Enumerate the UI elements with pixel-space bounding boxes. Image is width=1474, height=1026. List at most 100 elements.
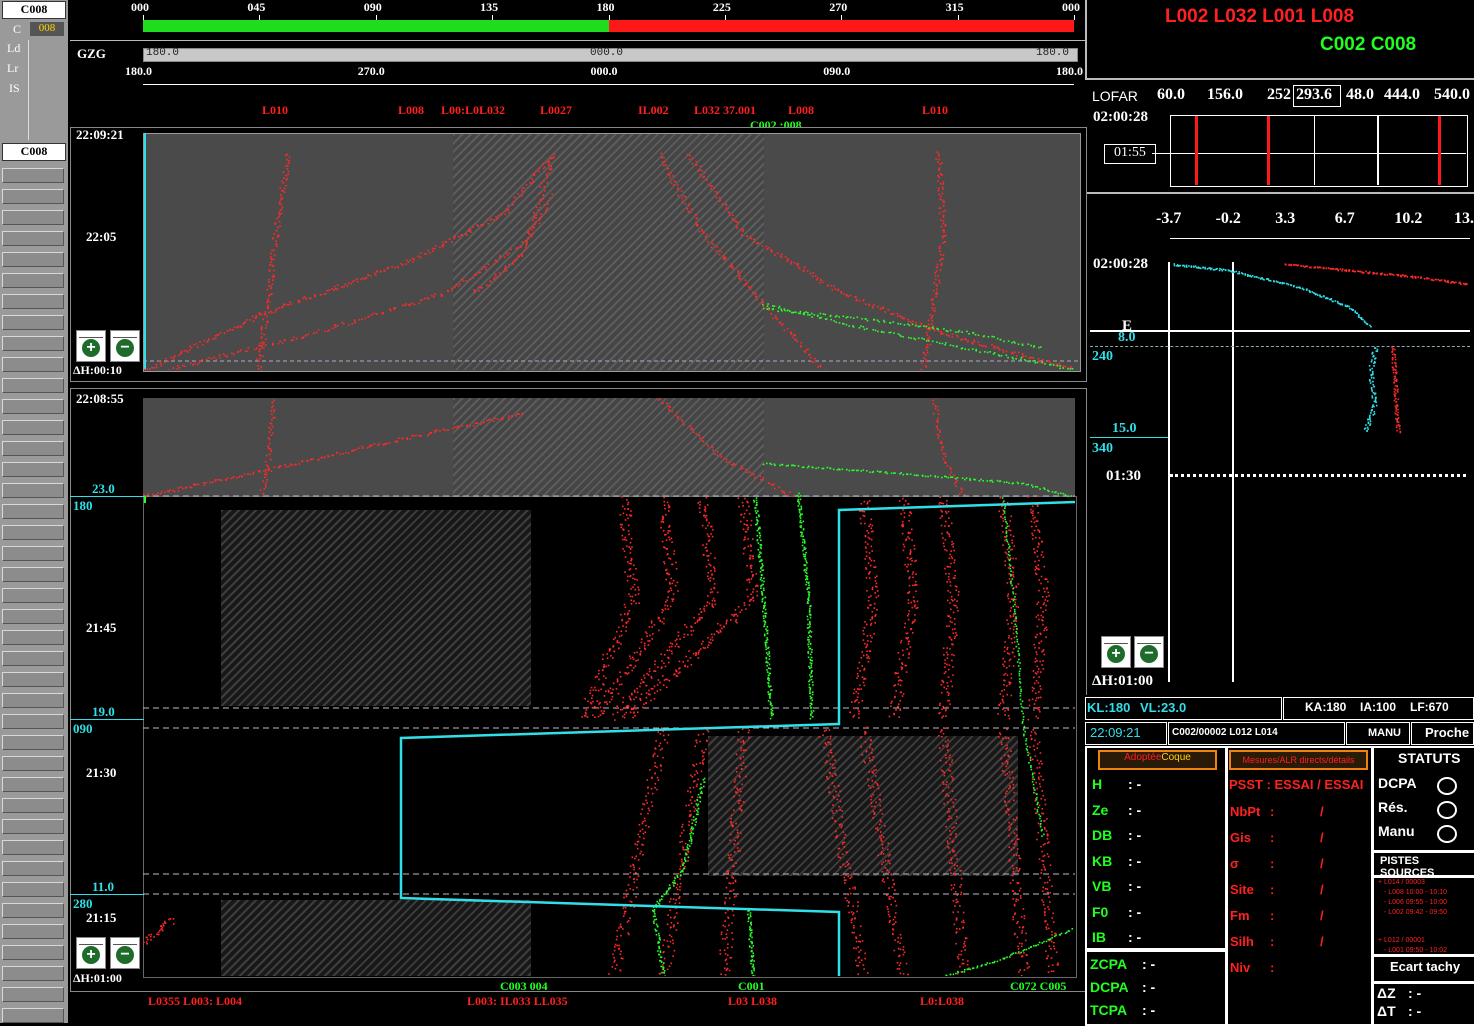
sidebar-key[interactable] bbox=[2, 273, 64, 288]
sidebar-key[interactable] bbox=[2, 588, 64, 603]
sidebar-key[interactable] bbox=[2, 189, 64, 204]
sidebar-key[interactable] bbox=[2, 399, 64, 414]
statut-radio[interactable] bbox=[1437, 777, 1457, 795]
sidebar-key[interactable] bbox=[2, 924, 64, 939]
sidebar-track-tag-2[interactable]: C008 bbox=[2, 143, 66, 161]
sidebar-key[interactable] bbox=[2, 525, 64, 540]
adoptee-field-key: IB bbox=[1092, 929, 1106, 945]
delta-z-value: : - bbox=[1408, 985, 1421, 1001]
sidebar-key[interactable] bbox=[2, 672, 64, 687]
sidebar-key[interactable] bbox=[2, 714, 64, 729]
sidebar-key[interactable] bbox=[2, 861, 64, 876]
sidebar-key[interactable] bbox=[2, 168, 64, 183]
sidebar-key[interactable] bbox=[2, 609, 64, 624]
lofar-line-white-1 bbox=[1314, 116, 1315, 185]
sidebar-key[interactable] bbox=[2, 231, 64, 246]
lofar-tick-label: 444.0 bbox=[1384, 86, 1420, 104]
sidebar-key[interactable] bbox=[2, 945, 64, 960]
piste-item[interactable]: + L012 / 00001 bbox=[1378, 937, 1425, 944]
sidebar-track-tag[interactable]: C008 bbox=[2, 1, 66, 19]
mesures-button[interactable]: Mesures/ALR directs/détails bbox=[1229, 750, 1368, 770]
sidebar-key[interactable] bbox=[2, 420, 64, 435]
delta-t-label: ΔT bbox=[1377, 1003, 1396, 1019]
profile-tick-label: -3.7 bbox=[1156, 210, 1181, 228]
adoptee-field-value: : - bbox=[1128, 878, 1141, 894]
sidebar-key[interactable] bbox=[2, 735, 64, 750]
adoptee-coque-button[interactable]: AdoptéeCoque bbox=[1098, 750, 1217, 770]
mesures-row-key: Silh bbox=[1230, 934, 1254, 949]
trace-l037 bbox=[687, 154, 1079, 370]
sidebar-key[interactable] bbox=[2, 336, 64, 351]
sidebar-key[interactable] bbox=[2, 882, 64, 897]
sidebar-key[interactable] bbox=[2, 1008, 64, 1023]
sidebar-key[interactable] bbox=[2, 546, 64, 561]
lofar-time-box[interactable]: 01:55 bbox=[1104, 144, 1156, 164]
sidebar-key[interactable] bbox=[2, 966, 64, 981]
sidebar-key[interactable] bbox=[2, 504, 64, 519]
piste-item[interactable]: - L008 10:00 - 10:10 bbox=[1384, 889, 1447, 896]
piste-item[interactable]: - L001 09:50 - 10:02 bbox=[1384, 947, 1447, 954]
adoptee-field-key: VB bbox=[1092, 878, 1111, 894]
sidebar-key[interactable] bbox=[2, 651, 64, 666]
sidebar-key[interactable] bbox=[2, 798, 64, 813]
mesures-row-colon: : bbox=[1270, 908, 1274, 923]
panel1-traces bbox=[143, 133, 1079, 370]
piste-item[interactable]: + L014 / 00003 bbox=[1378, 879, 1425, 886]
mesures-row-sep: / bbox=[1320, 908, 1324, 923]
p2-red-band-lower bbox=[1029, 729, 1059, 976]
panel2-depth-2: 19.0 bbox=[92, 704, 115, 720]
piste-item[interactable]: - L002 09:42 - 09:50 bbox=[1384, 909, 1447, 916]
zoom-out-icon: − bbox=[116, 339, 134, 357]
sidebar-key[interactable] bbox=[2, 693, 64, 708]
panel2-depth-line-1 bbox=[70, 496, 144, 497]
sidebar-key[interactable] bbox=[2, 840, 64, 855]
panel2-depth-line-3 bbox=[70, 894, 144, 895]
bearing-red-bar bbox=[609, 20, 1075, 32]
ka-value: KA:180 bbox=[1305, 700, 1346, 714]
pistes-list-box[interactable] bbox=[1372, 876, 1474, 956]
mesures-row-sep: / bbox=[1320, 830, 1324, 845]
profile-zoom-out-button[interactable]: − bbox=[1134, 636, 1164, 668]
sidebar-key[interactable] bbox=[2, 756, 64, 771]
adoptee-field-value: : - bbox=[1128, 929, 1141, 945]
sidebar-key[interactable] bbox=[2, 483, 64, 498]
gzg-tick-label: 180.0 bbox=[125, 64, 152, 79]
sidebar-key[interactable] bbox=[2, 210, 64, 225]
sidebar-key[interactable] bbox=[2, 294, 64, 309]
zoom-out-button[interactable]: − bbox=[110, 330, 140, 362]
bearing-tick-mark bbox=[1074, 15, 1075, 20]
adoptee-field-value: : - bbox=[1128, 802, 1141, 818]
sidebar-key[interactable] bbox=[2, 462, 64, 477]
mesures-row-colon: : bbox=[1270, 960, 1274, 975]
p2-red-band bbox=[624, 497, 759, 718]
p2-trace-green-upper bbox=[763, 463, 1072, 498]
bearing-tick-label: 315 bbox=[946, 0, 964, 15]
lofar-cursor-box[interactable] bbox=[1293, 85, 1341, 107]
statut-radio[interactable] bbox=[1437, 801, 1457, 819]
lofar-plot[interactable] bbox=[1170, 115, 1468, 187]
p2-red-band-lower bbox=[719, 727, 750, 976]
profile-zoom-in-button[interactable]: + bbox=[1101, 636, 1131, 668]
panel2-zoom-out-button[interactable]: − bbox=[110, 937, 140, 969]
mesures-row-colon: : bbox=[1270, 830, 1274, 845]
sidebar-key[interactable] bbox=[2, 567, 64, 582]
statut-radio[interactable] bbox=[1437, 825, 1457, 843]
panel2-zoom-in-button[interactable]: + bbox=[76, 937, 106, 969]
sidebar-key[interactable] bbox=[2, 987, 64, 1002]
track-label-red: L010 bbox=[262, 103, 288, 118]
sidebar-key[interactable] bbox=[2, 903, 64, 918]
sidebar-key[interactable] bbox=[2, 441, 64, 456]
sidebar-key[interactable] bbox=[2, 819, 64, 834]
sidebar-key[interactable] bbox=[2, 357, 64, 372]
gzg-tick-label: 270.0 bbox=[358, 64, 385, 79]
sidebar-key[interactable] bbox=[2, 378, 64, 393]
sidebar-key[interactable] bbox=[2, 630, 64, 645]
sidebar-key[interactable] bbox=[2, 315, 64, 330]
status-time: 22:09:21 bbox=[1090, 725, 1141, 740]
lofar-line-red-2 bbox=[1267, 116, 1270, 185]
adoptee-field-key: F0 bbox=[1092, 904, 1108, 920]
sidebar-key[interactable] bbox=[2, 777, 64, 792]
piste-item[interactable]: - L006 09:55 - 10:00 bbox=[1384, 899, 1447, 906]
zoom-in-button[interactable]: + bbox=[76, 330, 106, 362]
sidebar-key[interactable] bbox=[2, 252, 64, 267]
